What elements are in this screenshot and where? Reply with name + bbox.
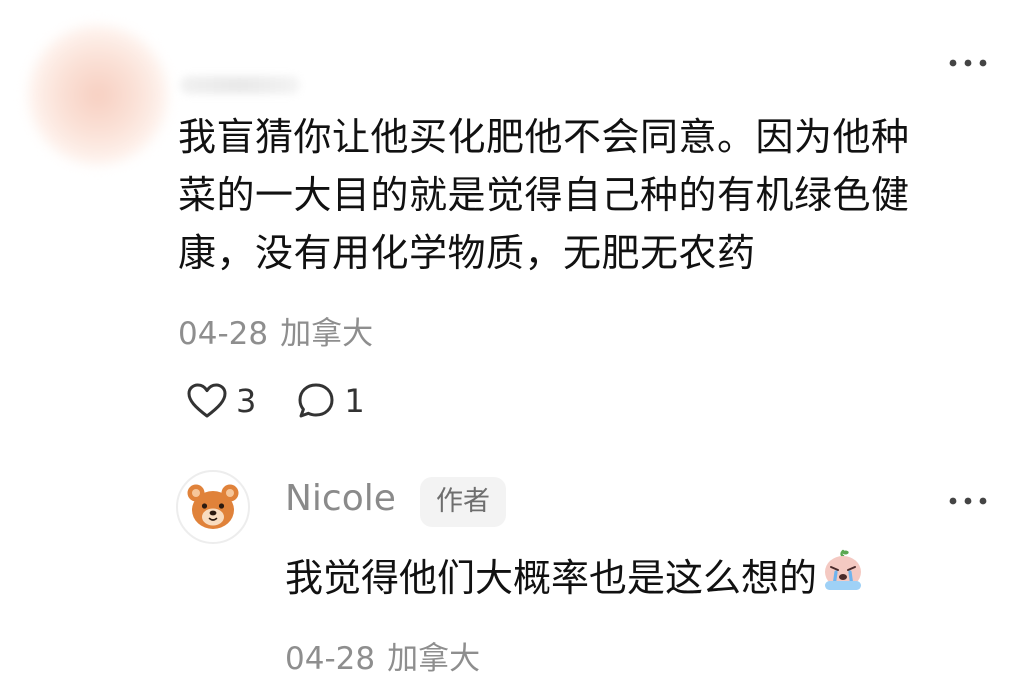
- reply-text-row: 我觉得他们大概率也是这么想的: [285, 548, 865, 608]
- heart-outline-icon: [187, 383, 227, 418]
- comment-text-line: 康，没有用化学物质，无肥无农药: [178, 231, 756, 275]
- commenter-name-redacted[interactable]: [180, 76, 300, 94]
- more-dots-icon: [949, 59, 987, 67]
- reply-count: 1: [344, 382, 365, 420]
- comment-meta: 04-28 加拿大: [178, 308, 373, 353]
- reply-text: 我觉得他们大概率也是这么想的: [285, 556, 818, 600]
- comment-text-line: 菜的一大目的就是觉得自己种的有机绿色健: [178, 173, 910, 217]
- reply-date: 04-28: [285, 641, 376, 677]
- like-button[interactable]: 3: [186, 382, 256, 420]
- comment-thread: 我盲猜你让他买化肥他不会同意。因为他种 菜的一大目的就是觉得自己种的有机绿色健 …: [0, 0, 1024, 695]
- like-count: 3: [236, 382, 257, 420]
- comment-actions: 3 1: [186, 380, 365, 422]
- commenter-avatar[interactable]: [28, 25, 168, 165]
- chat-bubble-icon: [298, 383, 334, 418]
- more-options-button[interactable]: [940, 48, 996, 78]
- reply-author-name[interactable]: Nicole: [285, 478, 396, 519]
- reply-location: 加拿大: [387, 641, 481, 677]
- crying-emoji-icon: [821, 548, 865, 608]
- bear-face-icon: [187, 484, 239, 529]
- reply-meta: 04-28 加拿大: [285, 633, 480, 678]
- comment-text: 我盲猜你让他买化肥他不会同意。因为他种 菜的一大目的就是觉得自己种的有机绿色健 …: [178, 108, 988, 282]
- reply-button[interactable]: 1: [296, 381, 365, 421]
- author-badge: 作者: [420, 477, 506, 527]
- comment-location: 加拿大: [280, 316, 374, 352]
- reply-more-options-button[interactable]: [940, 486, 996, 516]
- comment-date: 04-28: [178, 316, 269, 352]
- comment-text-line: 我盲猜你让他买化肥他不会同意。因为他种: [178, 115, 910, 159]
- reply-avatar[interactable]: [176, 470, 250, 544]
- more-dots-icon: [949, 497, 987, 505]
